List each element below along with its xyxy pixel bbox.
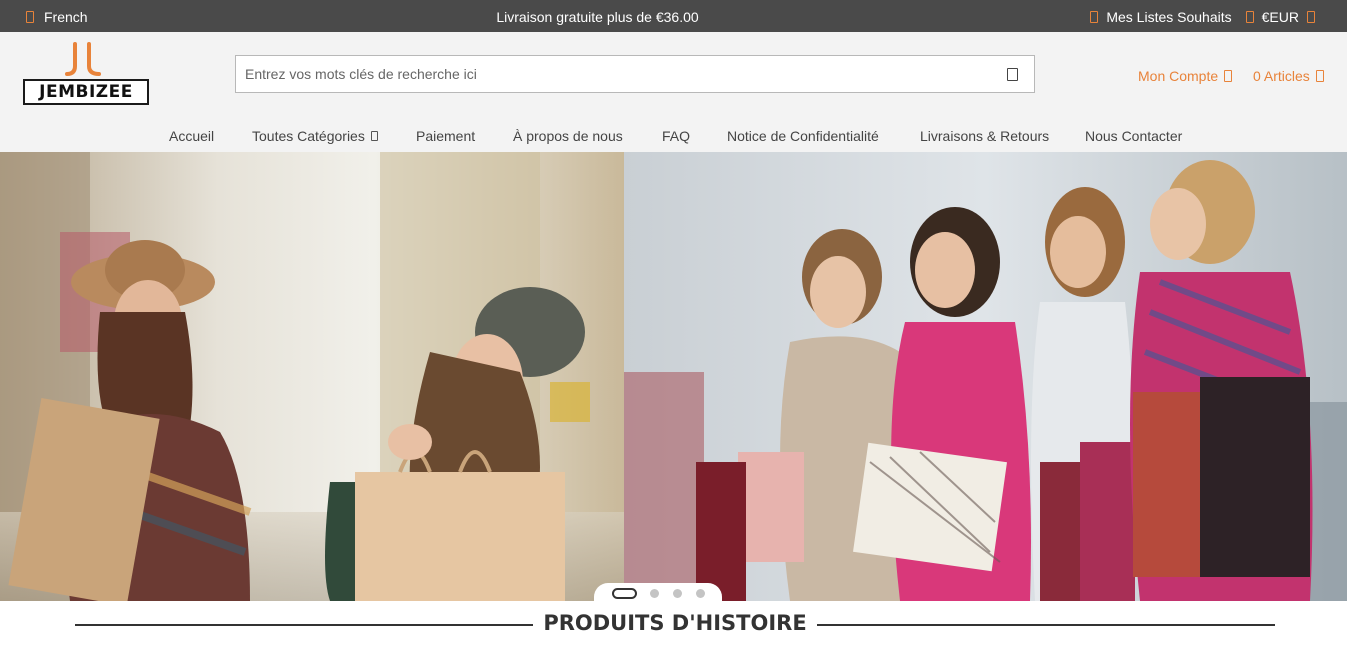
account-label: Mon Compte	[1138, 68, 1219, 84]
nav-label: Livraisons & Retours	[920, 128, 1050, 144]
search-input[interactable]	[236, 56, 976, 92]
nav-item-privacy[interactable]: Notice de Confidentialité	[727, 128, 879, 144]
hero-image	[0, 152, 1347, 601]
nav-label: À propos de nous	[513, 128, 623, 144]
nav-item-categories[interactable]: Toutes Catégories	[252, 128, 378, 144]
nav-item-home[interactable]: Accueil	[169, 128, 214, 144]
logo-wordmark: JEMBIZEE	[23, 79, 149, 105]
chevron-down-icon	[1307, 11, 1315, 23]
nav-label: Nous Contacter	[1085, 128, 1183, 144]
nav-label: Paiement	[416, 128, 476, 144]
cart-label: 0 Articles	[1253, 68, 1310, 84]
search-box	[235, 55, 1035, 93]
promo-banner: Livraison gratuite plus de €36.00	[496, 9, 699, 25]
nav-label: Notice de Confidentialité	[727, 128, 879, 144]
site-header: JEMBIZEE Mon Compte 0 Articles Accueil T…	[0, 32, 1347, 152]
nav-item-contact[interactable]: Nous Contacter	[1085, 128, 1182, 144]
divider-right	[817, 624, 1275, 626]
main-nav: Accueil Toutes Catégories Paiement À pro…	[0, 128, 1347, 148]
currency-selector[interactable]: €EUR	[1262, 9, 1299, 25]
heart-icon	[1090, 11, 1099, 23]
topbar-right: Mes Listes Souhaits €EUR	[1090, 9, 1315, 25]
nav-label: FAQ	[662, 128, 691, 144]
nav-item-shipping[interactable]: Livraisons & Retours	[920, 128, 1049, 144]
slider-dot-4[interactable]	[696, 589, 705, 598]
user-icon	[1224, 70, 1233, 82]
nav-item-faq[interactable]: FAQ	[662, 128, 690, 144]
account-link[interactable]: Mon Compte	[1138, 68, 1233, 84]
slider-dot-2[interactable]	[650, 589, 659, 598]
cart-link[interactable]: 0 Articles	[1253, 68, 1324, 84]
logo-mark-icon	[65, 42, 101, 76]
slider-dot-1[interactable]	[612, 588, 637, 599]
logo[interactable]: JEMBIZEE	[23, 42, 149, 106]
search-icon[interactable]	[1007, 68, 1018, 81]
nav-item-about[interactable]: À propos de nous	[513, 128, 623, 144]
top-bar: French Livraison gratuite plus de €36.00…	[0, 0, 1347, 32]
currency-icon	[1245, 11, 1254, 23]
nav-label: Toutes Catégories	[252, 128, 365, 144]
chevron-down-icon	[370, 131, 378, 141]
hero-slider[interactable]	[0, 152, 1347, 601]
divider-left	[75, 624, 533, 626]
slider-dot-3[interactable]	[673, 589, 682, 598]
cart-icon	[1315, 70, 1324, 82]
wishlist-link[interactable]: Mes Listes Souhaits	[1106, 9, 1231, 25]
section-header: PRODUITS D'HISTOIRE	[0, 610, 1347, 640]
nav-item-payment[interactable]: Paiement	[416, 128, 475, 144]
nav-label: Accueil	[169, 128, 215, 144]
section-title: PRODUITS D'HISTOIRE	[543, 611, 807, 635]
